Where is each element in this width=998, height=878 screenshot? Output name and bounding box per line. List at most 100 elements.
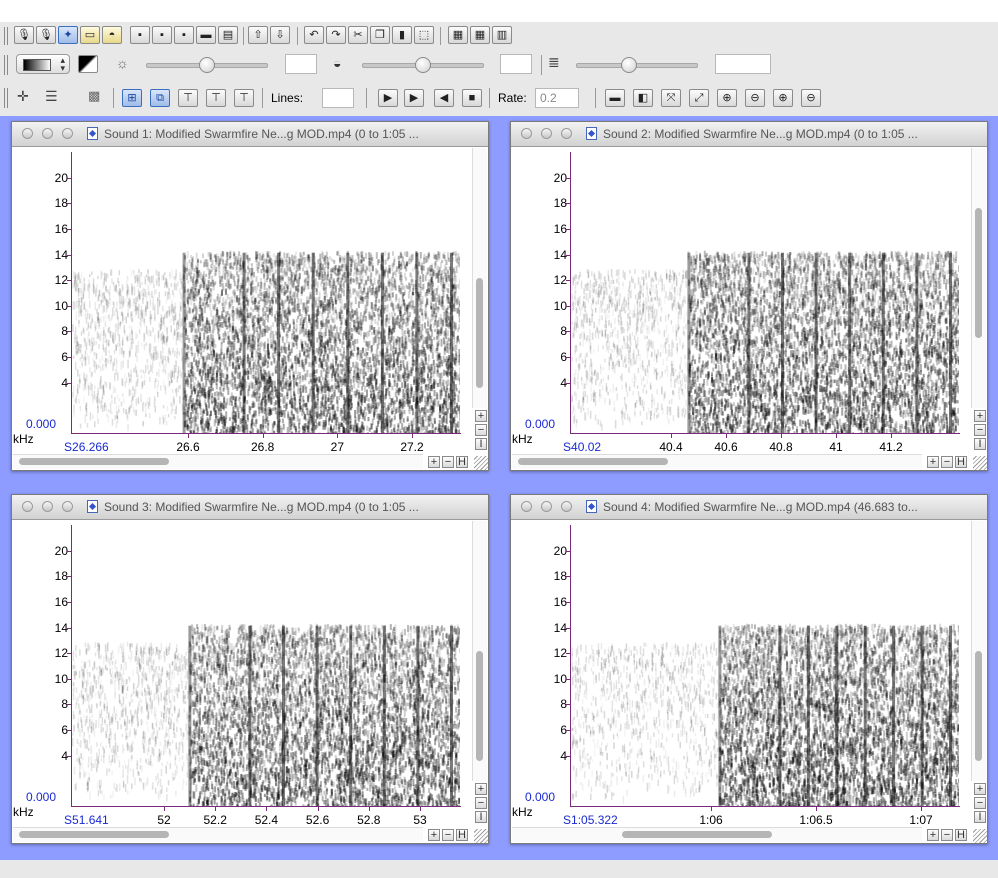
layout-b-icon[interactable]: ▦ (470, 26, 490, 44)
view-gradient-icon[interactable]: ◧ (633, 89, 653, 107)
scroll-thumb[interactable] (518, 458, 668, 465)
contrast-field[interactable] (500, 54, 532, 74)
stop-icon[interactable]: ■ (462, 89, 482, 107)
pin-icon[interactable]: ⊤ (178, 89, 198, 107)
lines-field[interactable] (322, 88, 354, 108)
slider-thumb[interactable] (199, 57, 215, 73)
sound-window[interactable]: Sound 4: Modified Swarmfire Ne...g MOD.m… (510, 494, 988, 844)
vertical-scrollbar[interactable] (472, 148, 487, 408)
zoom-out-horizontal-button[interactable]: − (941, 456, 953, 468)
zoom-out-horizontal-button[interactable]: − (442, 456, 454, 468)
zoom-button[interactable] (561, 501, 572, 512)
resize-handle[interactable] (474, 456, 488, 470)
resize-handle[interactable] (973, 829, 987, 843)
window-titlebar[interactable]: Sound 3: Modified Swarmfire Ne...g MOD.m… (12, 495, 488, 520)
grid-view-icon[interactable]: ⊞ (122, 89, 142, 107)
play-icon[interactable]: ▶ (378, 89, 398, 107)
record-icon[interactable]: 🎙 (14, 26, 34, 44)
spectrogram-plot[interactable] (571, 525, 959, 807)
contrast-slider[interactable] (362, 55, 484, 75)
zoom-in-icon[interactable]: ⊕ (717, 89, 737, 107)
brightness-field[interactable] (285, 54, 317, 74)
window-view-icon[interactable]: ⧉ (150, 89, 170, 107)
close-button[interactable] (521, 501, 532, 512)
invert-colors-icon[interactable] (78, 55, 98, 73)
copy-icon[interactable]: ❐ (370, 26, 390, 44)
horizontal-scrollbar[interactable] (512, 827, 922, 842)
zoom-out-icon[interactable]: ⊖ (745, 89, 765, 107)
view-full-icon[interactable]: ▬ (605, 89, 625, 107)
fit-horizontal-button[interactable]: H (955, 829, 967, 841)
resize-handle[interactable] (474, 829, 488, 843)
play-reverse-icon[interactable]: ◀ (434, 89, 454, 107)
record-options-icon[interactable]: 🎙 (36, 26, 56, 44)
toolbar-grip[interactable] (4, 55, 8, 75)
zoom-in-vertical-button[interactable]: + (974, 783, 986, 795)
fit-all-icon[interactable]: ⤢ (689, 89, 709, 107)
toolbar-grip[interactable] (4, 88, 8, 108)
zoom-button[interactable] (62, 128, 73, 139)
select-all-icon[interactable]: ⬚ (414, 26, 434, 44)
sound-window[interactable]: Sound 1: Modified Swarmfire Ne...g MOD.m… (11, 121, 489, 471)
sound-window[interactable]: Sound 2: Modified Swarmfire Ne...g MOD.m… (510, 121, 988, 471)
chip-icon[interactable]: ▩ (88, 89, 100, 103)
horizontal-scrollbar[interactable] (512, 454, 922, 469)
minimize-button[interactable] (541, 501, 552, 512)
fit-horizontal-button[interactable]: H (955, 456, 967, 468)
minimize-button[interactable] (42, 128, 53, 139)
paste-icon[interactable]: ▮ (392, 26, 412, 44)
scroll-thumb[interactable] (975, 651, 982, 761)
zoom-out-horizontal-button[interactable]: − (941, 829, 953, 841)
zoom-out-vertical-button[interactable]: − (974, 797, 986, 809)
print-icon[interactable]: ▬ (196, 26, 216, 44)
page-setup-icon[interactable]: ▤ (218, 26, 238, 44)
fit-vertical-button[interactable]: I (974, 438, 986, 450)
scroll-thumb[interactable] (19, 831, 169, 838)
zoom-out-vertical-button[interactable]: − (475, 424, 487, 436)
scroll-thumb[interactable] (476, 651, 483, 761)
vertical-scrollbar[interactable] (971, 521, 986, 781)
new-sound-icon[interactable]: ✦ (58, 26, 78, 44)
zoom-in-horizontal-button[interactable]: + (927, 829, 939, 841)
vertical-scrollbar[interactable] (971, 148, 986, 408)
fit-horizontal-button[interactable]: H (456, 456, 468, 468)
zoom-out-vertical-button[interactable]: − (974, 424, 986, 436)
zoom-out-horizontal-button[interactable]: − (442, 829, 454, 841)
scroll-thumb[interactable] (622, 831, 772, 838)
scroll-thumb[interactable] (975, 208, 982, 338)
horizontal-scrollbar[interactable] (13, 827, 423, 842)
brightness-slider[interactable] (146, 55, 268, 75)
fit-vertical-button[interactable]: I (475, 811, 487, 823)
resize-handle[interactable] (973, 456, 987, 470)
open-icon[interactable]: ▭ (80, 26, 100, 44)
fit-vertical-button[interactable]: I (475, 438, 487, 450)
cut-icon[interactable]: ✂ (348, 26, 368, 44)
window-titlebar[interactable]: Sound 1: Modified Swarmfire Ne...g MOD.m… (12, 122, 488, 147)
zoom-button[interactable] (561, 128, 572, 139)
paste-window-icon[interactable]: ▪ (174, 26, 194, 44)
list-icon[interactable]: ☰ (45, 89, 58, 103)
window-titlebar[interactable]: Sound 4: Modified Swarmfire Ne...g MOD.m… (511, 495, 987, 520)
colormap-select[interactable]: ▴ ▾ (16, 54, 70, 74)
layout-c-icon[interactable]: ▥ (492, 26, 512, 44)
spectrogram-plot[interactable] (72, 152, 460, 434)
zoom-button[interactable] (62, 501, 73, 512)
cut-window-icon[interactable]: ▪ (130, 26, 150, 44)
slider-thumb[interactable] (415, 57, 431, 73)
window-titlebar[interactable]: Sound 2: Modified Swarmfire Ne...g MOD.m… (511, 122, 987, 147)
close-button[interactable] (22, 501, 33, 512)
volume-slider[interactable] (576, 55, 698, 75)
rate-field[interactable]: 0.2 (535, 88, 579, 108)
close-button[interactable] (521, 128, 532, 139)
close-button[interactable] (22, 128, 33, 139)
zoom-in-horizontal-button[interactable]: + (927, 456, 939, 468)
zoom-in-horizontal-button[interactable]: + (428, 829, 440, 841)
zoom-in-vertical-button[interactable]: + (475, 410, 487, 422)
pin-clear-icon[interactable]: ⊤ (234, 89, 254, 107)
scroll-thumb[interactable] (19, 458, 169, 465)
toolbar-grip[interactable] (4, 27, 8, 45)
fit-vertical-button[interactable]: I (974, 811, 986, 823)
spectrogram-plot[interactable] (571, 152, 959, 434)
undo-icon[interactable]: ↶ (304, 26, 324, 44)
zoom-in-vertical-icon[interactable]: ⊕ (773, 89, 793, 107)
